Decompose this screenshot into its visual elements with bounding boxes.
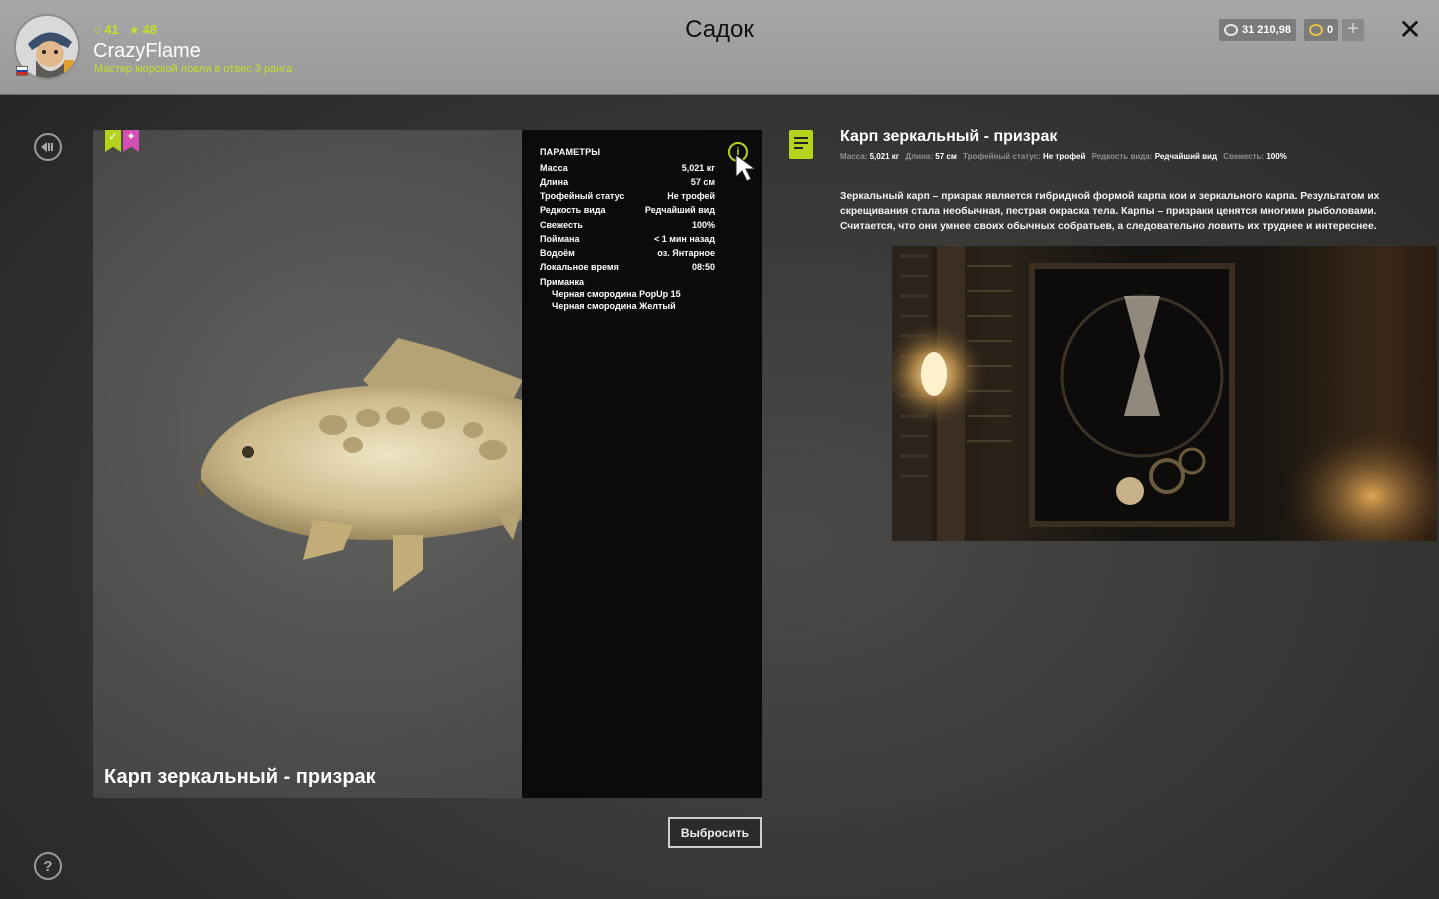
fish-badges: ✓ ✦ bbox=[105, 130, 139, 152]
gold-coin-icon bbox=[1309, 24, 1323, 36]
document-icon bbox=[789, 130, 813, 159]
lure-item: Черная смородина PopUp 15 bbox=[552, 289, 681, 299]
silver-coin-icon bbox=[1224, 24, 1238, 36]
details-summary: Масса: 5,021 кг Длина: 57 см Трофейный с… bbox=[840, 152, 1287, 161]
cursor-icon bbox=[735, 154, 757, 182]
details-title: Карп зеркальный - призрак bbox=[840, 128, 1058, 145]
add-gold-button[interactable]: + bbox=[1342, 19, 1364, 41]
help-icon: ? bbox=[43, 857, 53, 875]
param-row-rarity: Редкость вида Редчайший вид bbox=[540, 205, 715, 215]
param-row-trophy: Трофейный статус Не трофей bbox=[540, 191, 715, 201]
param-row-water: Водоём оз. Янтарное bbox=[540, 248, 715, 258]
top-bar: ○ 41 ★ 48 CrazyFlame Мастер морской ловли … bbox=[0, 0, 1439, 95]
silver-balance: 31 210,98 bbox=[1219, 19, 1296, 41]
new-badge-icon: ✦ bbox=[123, 130, 139, 152]
country-flag bbox=[16, 66, 28, 76]
back-icon bbox=[41, 142, 53, 152]
back-button[interactable] bbox=[34, 133, 62, 161]
player-rank: Мастер морской ловли в отвес 3 ранга bbox=[94, 63, 293, 75]
fish-view-panel: ✓ ✦ Карп зеркальный - призрак ПАРАМЕТРЫ … bbox=[93, 130, 762, 798]
check-badge-icon: ✓ bbox=[105, 130, 121, 152]
param-row-lure: Приманка bbox=[540, 277, 584, 287]
gold-balance: 0 bbox=[1304, 19, 1339, 41]
param-row-freshness: Свежесть 100% bbox=[540, 220, 715, 230]
fish-name-label: Карп зеркальный - призрак bbox=[104, 766, 376, 788]
fish-illustration-image bbox=[892, 246, 1437, 541]
help-button[interactable]: ? bbox=[34, 852, 62, 880]
param-row-caught: Поймана < 1 мин назад bbox=[540, 234, 715, 244]
throw-away-button[interactable]: Выбросить bbox=[668, 817, 762, 848]
lure-item: Черная смородина Желтый bbox=[552, 301, 676, 311]
params-title: ПАРАМЕТРЫ bbox=[540, 147, 601, 157]
close-button[interactable]: ✕ bbox=[1398, 14, 1422, 46]
parameters-panel: ПАРАМЕТРЫ Масса 5,021 кг Длина 57 см Трофе… bbox=[522, 130, 762, 798]
fish-description: Зеркальный карп – призрак является гибри… bbox=[840, 191, 1380, 232]
param-row-mass: Масса 5,021 кг bbox=[540, 163, 715, 173]
param-row-length: Длина 57 см bbox=[540, 177, 715, 187]
param-row-local-time: Локальное время 08:50 bbox=[540, 262, 715, 272]
